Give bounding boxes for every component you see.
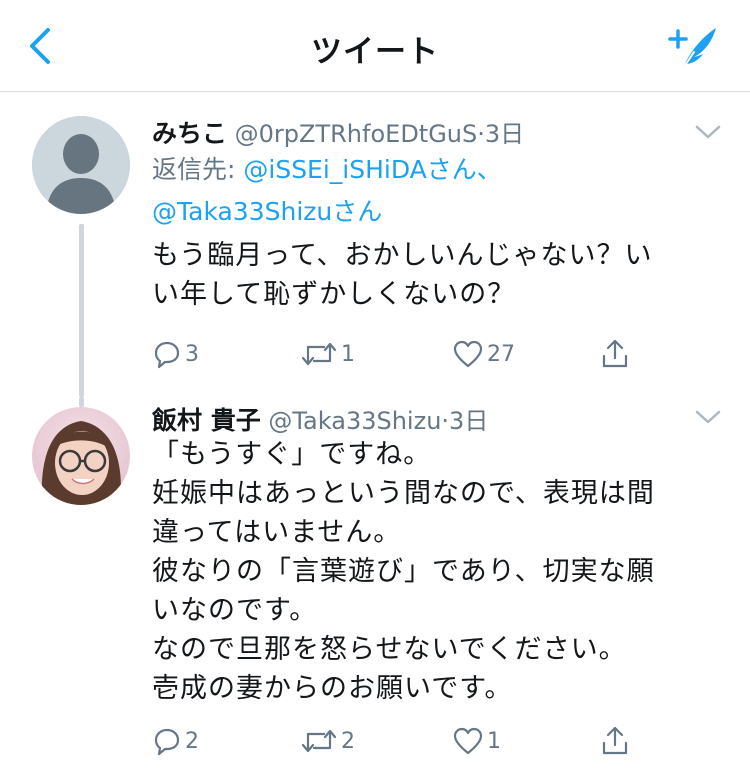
reply-icon [154,728,180,756]
page-title: ツイート [311,34,439,70]
reply-count: 3 [185,341,199,367]
tweet-menu-button[interactable] [695,409,721,425]
user-handle[interactable]: @0rpZTRhfoEDtGuS [235,120,478,148]
compose-tweet-icon [668,28,716,71]
reply-to-label: 返信先: [152,155,244,184]
heart-icon [453,727,483,755]
display-name[interactable]: 飯村 貴子 [152,406,261,435]
retweet-button[interactable]: 2 [300,723,355,759]
user-handle[interactable]: @Taka33Shizu [268,407,441,435]
like-count: 1 [487,728,501,754]
share-button[interactable] [600,336,630,372]
reply-to-line: 返信先: @iSSEi_iSHiDAさん、 @Taka33Shizuさん [152,149,502,233]
mention-link[interactable]: @iSSEi_iSHiDAさん、 [243,155,501,184]
tweet-actions: 3 1 27 [152,336,652,372]
retweet-button[interactable]: 1 [300,336,355,372]
tweet-text: もう臨月って、おかしいんじゃない？い い年して恥ずかしくないの？ [152,236,727,314]
timestamp: 3日 [484,120,525,148]
tweet-header: 飯村 貴子 @Taka33Shizu·3日 [152,401,488,437]
separator-dot: · [477,120,485,148]
compose-tweet-button[interactable] [664,22,722,74]
share-icon [602,339,628,368]
thread-connector [79,224,84,397]
separator-dot: · [441,407,450,435]
tweet-text-line: いなのです。 [152,595,318,626]
tweet-text: 「もうすぐ」ですね。 妊娠中はあっという間なので、表現は間 違ってはいません。 … [152,435,727,708]
like-button[interactable]: 27 [452,336,515,372]
reply-button[interactable]: 2 [152,723,199,759]
reply-count: 2 [185,728,199,754]
tweet-menu-button[interactable] [695,124,721,140]
heart-icon [453,340,483,368]
tweet-item[interactable]: みちこ @0rpZTRhfoEDtGuS·3日 返信先: @iSSEi_iSHi… [0,92,750,397]
avatar[interactable] [32,407,130,505]
tweet-item[interactable]: 飯村 貴子 @Taka33Shizu·3日 「もうすぐ」ですね。 妊娠中はあっと… [0,397,750,781]
tweet-header: みちこ @0rpZTRhfoEDtGuS·3日 [152,114,524,150]
tweet-text-line: 妊娠中はあっという間なので、表現は間 [152,478,655,509]
tweet-text-line: 「もうすぐ」ですね。 [152,439,432,470]
tweet-text-line: もう臨月って、おかしいんじゃない？い [152,240,653,271]
tweet-actions: 2 2 1 [152,723,652,759]
avatar[interactable] [32,116,130,214]
retweet-icon [301,342,337,366]
reply-icon [154,341,180,369]
user-photo-avatar [32,407,130,505]
tweet-text-line: 壱成の妻からのお願いです。 [152,673,513,704]
timestamp: 3日 [449,407,489,435]
retweet-count: 1 [341,341,355,367]
thread-connector [79,397,84,407]
retweet-count: 2 [341,728,355,754]
like-button[interactable]: 1 [452,723,501,759]
share-icon [602,726,628,755]
chevron-down-icon [695,410,721,424]
display-name[interactable]: みちこ [152,119,227,148]
chevron-down-icon [695,125,721,139]
mention-link[interactable]: @Taka33Shizuさん [152,197,382,226]
tweet-text-line: なので旦那を怒らせないでください。 [152,634,627,665]
top-nav-bar: ツイート [0,0,750,92]
tweet-text-line: い年して恥ずかしくないの？ [152,279,516,310]
retweet-icon [301,729,337,753]
default-avatar-icon [32,116,130,214]
tweet-text-line: 違ってはいません。 [152,517,402,548]
share-button[interactable] [600,723,630,759]
tweet-text-line: 彼なりの「言葉遊び」であり、切実な願 [152,556,655,587]
like-count: 27 [487,341,515,367]
reply-button[interactable]: 3 [152,336,199,372]
